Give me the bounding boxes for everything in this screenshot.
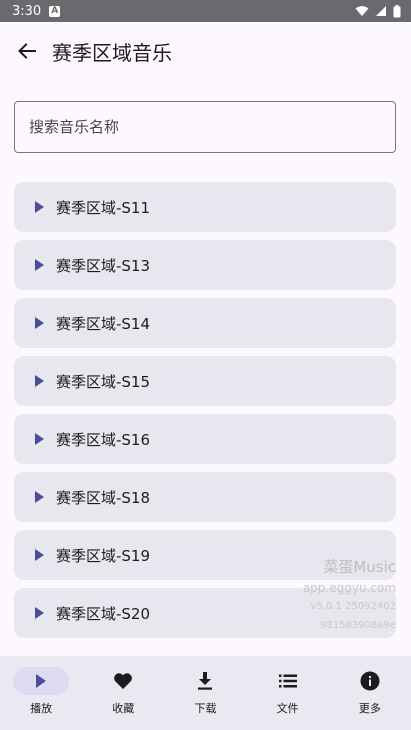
nav-label: 收藏 [112, 702, 135, 715]
watermark-build: 981583908a9e [320, 620, 396, 631]
nav-label: 下载 [194, 702, 217, 715]
notification-icon: A [49, 5, 61, 17]
play-icon [35, 259, 44, 271]
status-time: 3:30 [12, 3, 42, 19]
nav-label: 更多 [358, 702, 381, 715]
play-icon [35, 433, 44, 445]
nav-item-download[interactable]: 下载 [164, 656, 246, 716]
list-icon [278, 674, 297, 688]
battery-icon [393, 4, 401, 17]
play-icon [35, 549, 44, 561]
bottom-navigation: 播放 收藏 下载 文件 更多 [0, 656, 411, 730]
list-item[interactable]: 赛季区域-S13 [14, 240, 396, 290]
list-item[interactable]: 赛季区域-S16 [14, 414, 396, 464]
nav-item-more[interactable]: 更多 [329, 656, 411, 716]
watermark-version: v5.0.1 25092402 [310, 601, 396, 612]
list-item-label: 赛季区域-S20 [56, 604, 151, 623]
search-input[interactable] [29, 118, 395, 136]
nav-active-indicator [13, 667, 70, 695]
watermark-site: app.eggyu.com [302, 581, 396, 595]
list-item[interactable]: 赛季区域-S14 [14, 298, 396, 348]
list-item-label: 赛季区域-S14 [56, 314, 151, 333]
arrow-back-icon [18, 43, 36, 59]
nav-item-favorites[interactable]: 收藏 [82, 656, 164, 716]
list-item[interactable]: 赛季区域-S18 [14, 472, 396, 522]
watermark-app-name: 菜蛋Music [323, 558, 396, 576]
wifi-icon [355, 6, 369, 16]
list-item[interactable]: 赛季区域-S15 [14, 356, 396, 406]
status-bar: 3:30 A [0, 0, 411, 22]
list-item-label: 赛季区域-S15 [56, 372, 151, 391]
play-icon [35, 491, 44, 503]
app-bar: 赛季区域音乐 [0, 22, 411, 80]
list-item-label: 赛季区域-S19 [56, 546, 151, 565]
nav-item-files[interactable]: 文件 [247, 656, 329, 716]
play-icon [35, 201, 44, 213]
back-button[interactable] [2, 22, 52, 80]
list-item-label: 赛季区域-S16 [56, 430, 151, 449]
signal-icon [376, 6, 386, 16]
info-icon [360, 671, 380, 691]
play-icon [35, 375, 44, 387]
version-watermark: 菜蛋Music app.eggyu.com v5.0.1 25092402 98… [303, 556, 396, 631]
list-item-label: 赛季区域-S11 [56, 198, 151, 217]
page-title: 赛季区域音乐 [52, 40, 172, 65]
play-icon [36, 674, 47, 688]
search-field[interactable] [14, 101, 396, 153]
nav-item-play[interactable]: 播放 [0, 656, 82, 716]
heart-icon [114, 673, 133, 689]
play-icon [35, 607, 44, 619]
list-item-label: 赛季区域-S13 [56, 256, 151, 275]
list-item[interactable]: 赛季区域-S11 [14, 182, 396, 232]
play-icon [35, 317, 44, 329]
nav-label: 文件 [276, 702, 299, 715]
nav-label: 播放 [30, 702, 53, 715]
download-icon [198, 672, 213, 690]
list-item-label: 赛季区域-S18 [56, 488, 151, 507]
